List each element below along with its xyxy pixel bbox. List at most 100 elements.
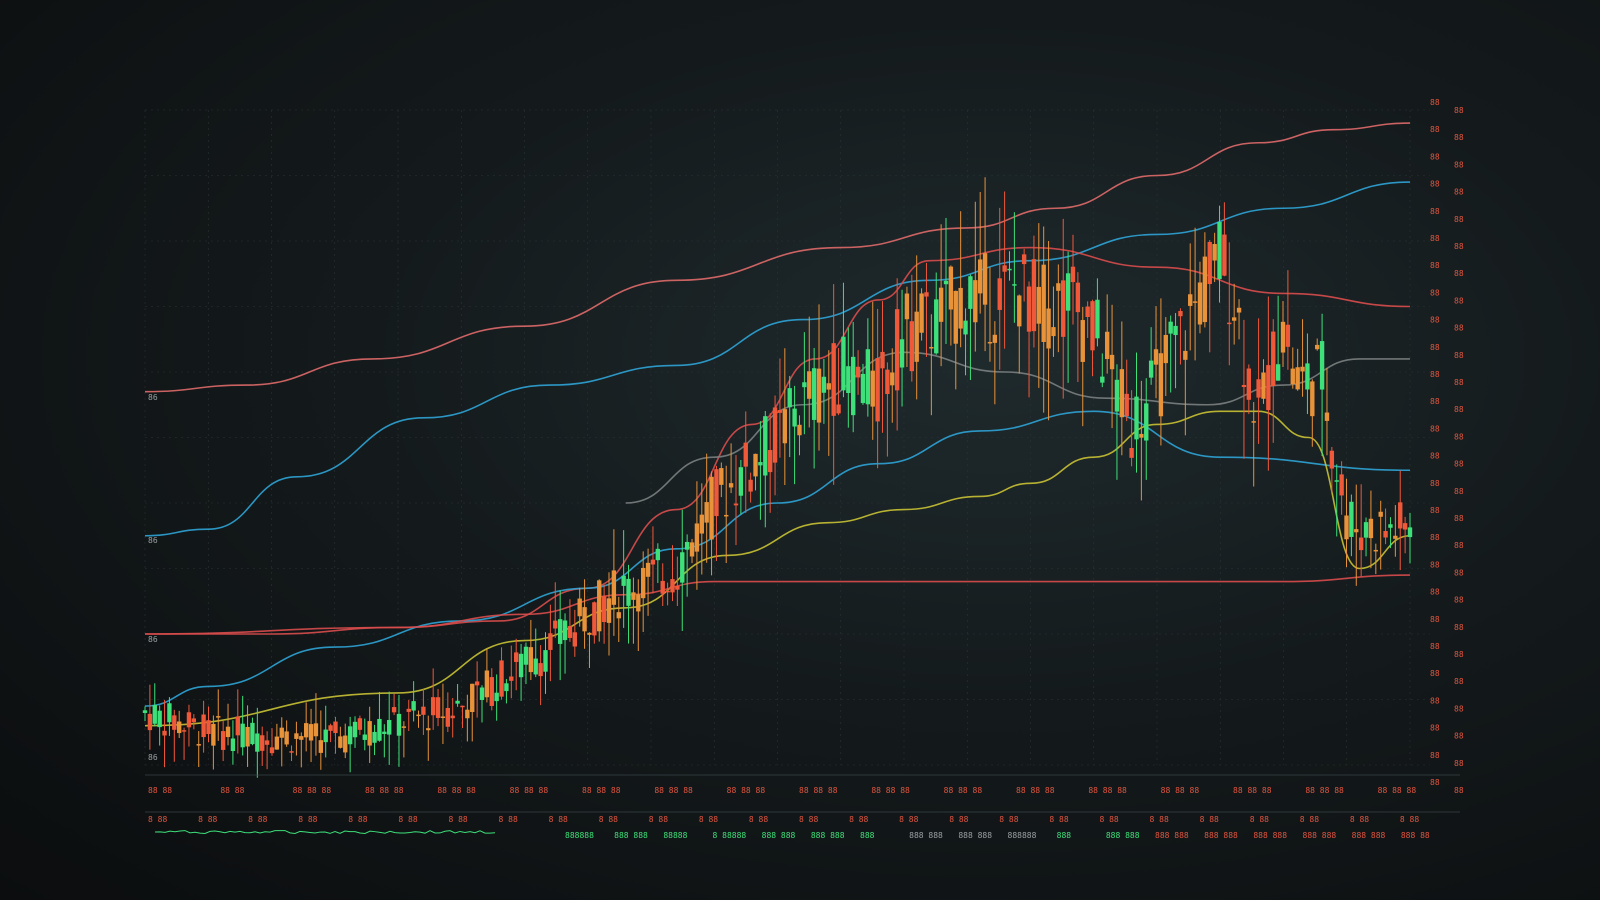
- right-axis-label: 88: [1454, 541, 1464, 550]
- right-axis-label: 88: [1430, 588, 1440, 597]
- candle-body: [1358, 537, 1364, 551]
- candle-body: [260, 735, 265, 751]
- candle-body: [181, 730, 187, 732]
- candle-body: [1139, 433, 1144, 438]
- candle-body: [1217, 221, 1222, 280]
- candle-body: [1339, 474, 1344, 496]
- right-axis-label: 88: [1454, 650, 1464, 659]
- candle-body: [1173, 325, 1178, 336]
- candle-body: [474, 681, 480, 686]
- candle-body: [435, 697, 441, 718]
- bottom-axis-label: 8 88: [849, 815, 868, 824]
- candle-body: [782, 409, 788, 444]
- candle-body: [1148, 360, 1154, 378]
- candle-body: [347, 726, 353, 745]
- candle-body: [499, 660, 504, 697]
- candle-body: [523, 646, 529, 665]
- bottom-axis-label: 88 88 88: [1378, 786, 1417, 795]
- bottom-axis-label: 8 88: [398, 815, 417, 824]
- candle-body: [709, 476, 714, 540]
- candle-body: [787, 388, 792, 408]
- candle-body: [934, 299, 939, 354]
- candle-body: [191, 718, 197, 723]
- right-axis-label: 88: [1454, 106, 1464, 115]
- left-axis-label: 86: [148, 635, 158, 644]
- candle-body: [289, 751, 294, 753]
- right-axis-label: 88: [1430, 234, 1440, 243]
- candle-body: [196, 744, 201, 746]
- bottom-axis-label: 888 888: [811, 831, 845, 840]
- candle-body: [206, 720, 211, 735]
- bottom-axis-label: 888888: [1008, 831, 1037, 840]
- candle-body: [914, 311, 919, 362]
- candle-body: [660, 580, 665, 594]
- right-axis-label: 88: [1454, 351, 1464, 360]
- candle-body: [528, 647, 534, 673]
- candle-body: [1207, 241, 1212, 285]
- candle-body: [719, 468, 724, 485]
- candle-body: [606, 598, 612, 623]
- candle-body: [1344, 515, 1349, 540]
- candle-body: [1192, 301, 1198, 303]
- candle-body: [978, 259, 983, 294]
- candle-body: [1056, 283, 1061, 291]
- right-axis-label: 88: [1430, 452, 1440, 461]
- candle-body: [1153, 349, 1159, 365]
- bottom-axis-label: 888 888: [1106, 831, 1140, 840]
- candle-body: [1183, 350, 1188, 360]
- candle-body: [176, 721, 182, 734]
- candle-body: [880, 351, 885, 369]
- right-axis-label: 88: [1454, 324, 1464, 333]
- candle-body: [1075, 282, 1081, 313]
- bottom-axis-label: 88 88 88: [1088, 786, 1127, 795]
- bottom-axis-label: 88 88 88: [293, 786, 332, 795]
- candle-body: [929, 347, 934, 349]
- candle-body: [1163, 334, 1168, 364]
- series-line-ma_red_flat: [144, 574, 1411, 635]
- candle-body: [1266, 365, 1271, 411]
- right-axis-label: 88: [1454, 133, 1464, 142]
- bottom-axis-label: 8 88: [699, 815, 718, 824]
- right-axis-label: 88: [1454, 623, 1464, 632]
- bottom-axis-label: 888: [860, 831, 875, 840]
- volume-strip: [154, 830, 496, 834]
- candle-body: [1051, 327, 1056, 337]
- candle-body: [797, 424, 802, 436]
- candle-body: [538, 663, 543, 677]
- candle-body: [938, 287, 944, 322]
- candle-body: [382, 731, 387, 735]
- candle-body: [201, 714, 206, 738]
- candle-body: [1012, 284, 1017, 286]
- candle-body: [1251, 421, 1256, 423]
- candle-body: [1334, 480, 1339, 482]
- candle-body: [1119, 369, 1125, 418]
- candle-body: [1310, 381, 1315, 417]
- candle-body: [172, 715, 177, 730]
- bottom-axis-label: 88 88 88: [944, 786, 983, 795]
- bottom-axis-label: 888 888: [1352, 831, 1386, 840]
- candle-body: [943, 280, 949, 285]
- candle-body: [220, 731, 226, 750]
- bottom-axis-label: 8 88: [1350, 815, 1369, 824]
- right-axis-label: 88: [1454, 487, 1464, 496]
- candle-body: [699, 514, 704, 534]
- candle-body: [377, 718, 382, 741]
- candle-body: [665, 590, 670, 593]
- stock-chart: 86868686 8888888888888888888888888888888…: [142, 98, 1464, 840]
- candle-body: [655, 548, 661, 561]
- bottom-axis-label: 888 888: [1253, 831, 1287, 840]
- bottom-axis-label: 88888: [663, 831, 687, 840]
- candle-body: [919, 293, 924, 333]
- candle-body: [313, 723, 319, 737]
- candle-body: [572, 632, 577, 647]
- candle-body: [279, 727, 284, 738]
- candle-body: [1402, 523, 1408, 530]
- candle-body: [758, 462, 763, 466]
- right-axis-label: 88: [1454, 732, 1464, 741]
- candle-body: [1114, 379, 1120, 412]
- candle-body: [1100, 376, 1105, 383]
- candle-body: [147, 713, 153, 731]
- candle-body: [357, 718, 363, 730]
- candle-body: [792, 408, 797, 427]
- candle-body: [562, 620, 568, 641]
